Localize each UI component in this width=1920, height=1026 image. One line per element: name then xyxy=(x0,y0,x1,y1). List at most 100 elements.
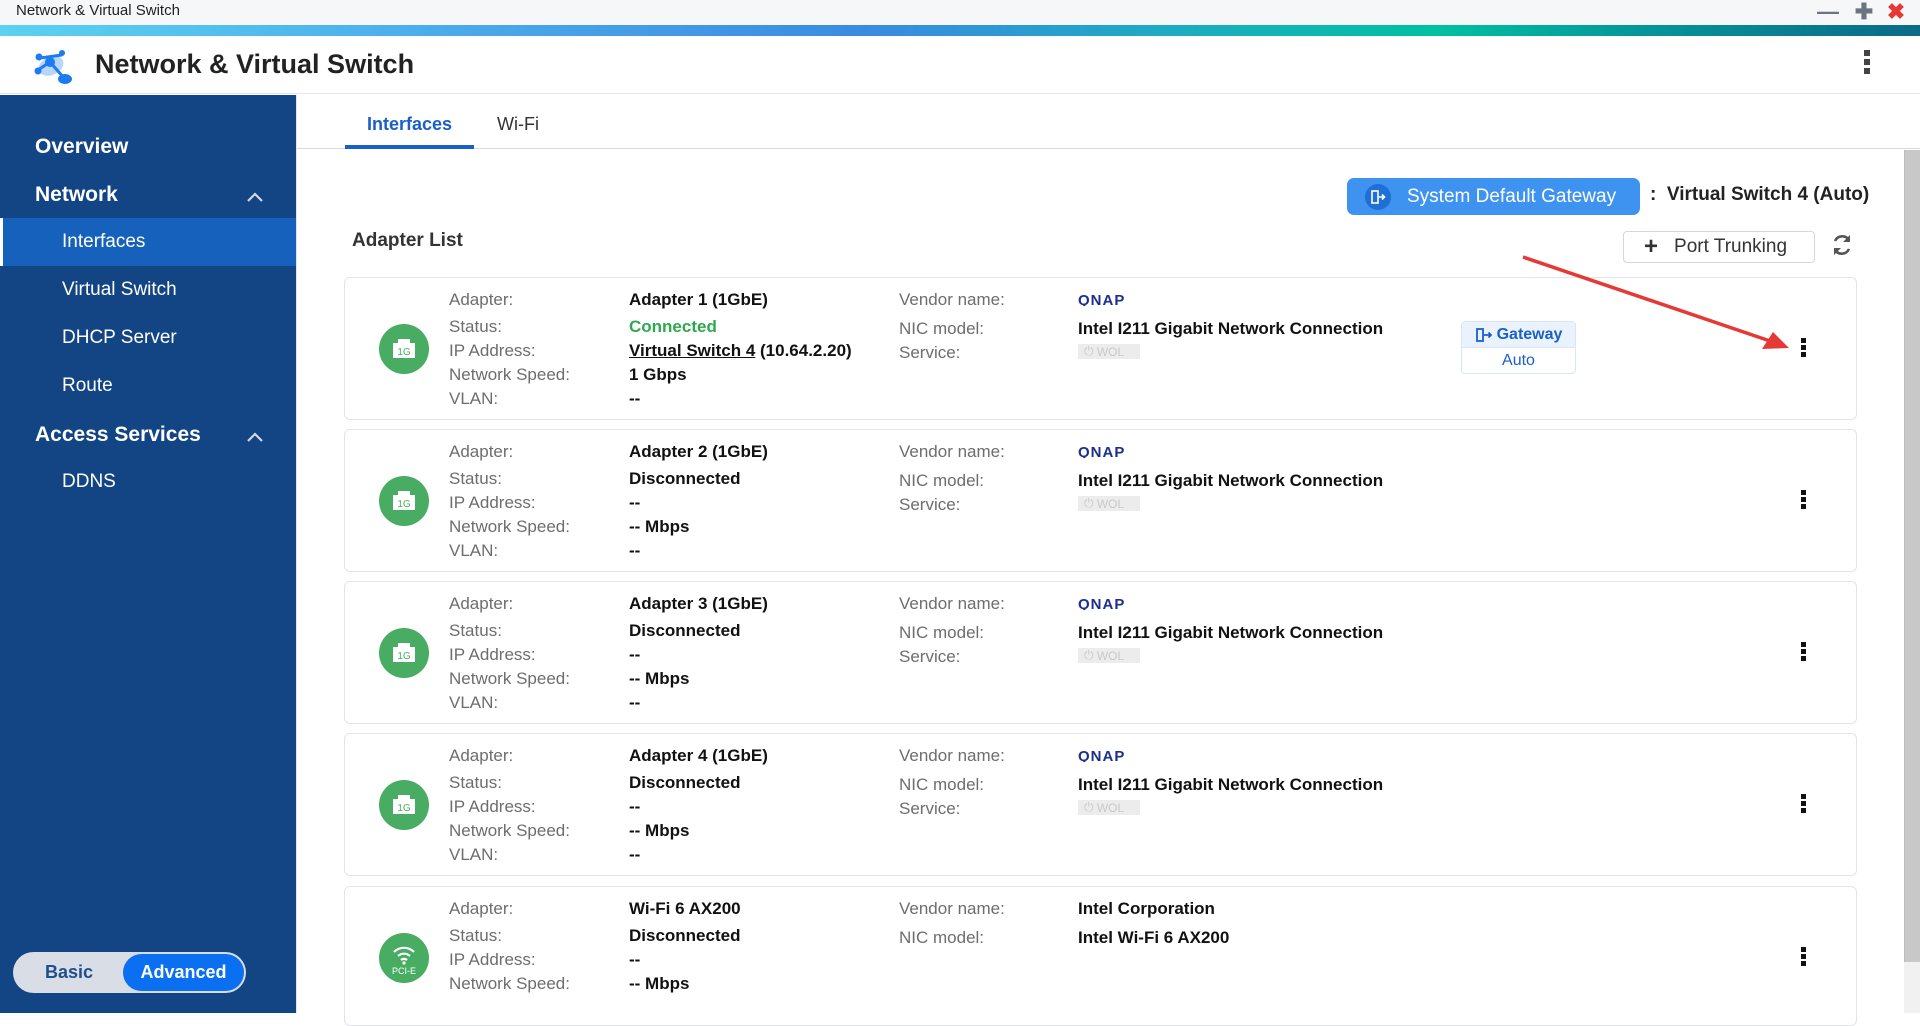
ip-address-label: IP Address: xyxy=(449,341,536,361)
app-title: Network & Virtual Switch xyxy=(95,49,414,80)
svg-text:QNAP: QNAP xyxy=(1078,596,1125,610)
network-switch-icon xyxy=(32,46,74,86)
adapter-kebab-menu-icon[interactable] xyxy=(1798,642,1808,664)
scrollbar-thumb[interactable] xyxy=(1904,150,1920,962)
vendor-name-label: Vendor name: xyxy=(899,899,1005,919)
maximize-icon[interactable]: ✚ xyxy=(1852,0,1876,24)
adapter-card: 1G Adapter: Status: IP Address: Network … xyxy=(344,581,1857,724)
network-speed-label: Network Speed: xyxy=(449,517,570,537)
mode-advanced-button[interactable]: Advanced xyxy=(123,954,244,991)
chevron-up-icon[interactable] xyxy=(245,430,265,444)
virtual-switch-link[interactable]: Virtual Switch 4 xyxy=(629,341,755,360)
adapter-card: 1G Adapter: Status: IP Address: Network … xyxy=(344,429,1857,572)
status-label: Status: xyxy=(449,773,502,793)
sidebar-item-interfaces[interactable]: Interfaces xyxy=(0,218,296,266)
svg-text:1G: 1G xyxy=(397,651,411,662)
wol-service-badge: ⏻ WOL xyxy=(1078,800,1140,815)
status-label: Status: xyxy=(449,317,502,337)
adapter-label: Adapter: xyxy=(449,290,513,310)
service-label: Service: xyxy=(899,799,960,819)
nic-model-label: NIC model: xyxy=(899,471,984,491)
sidebar-item-label: DHCP Server xyxy=(62,327,177,349)
vlan-label: VLAN: xyxy=(449,693,498,713)
gateway-separator: : xyxy=(1650,184,1656,205)
vlan-value: -- xyxy=(629,389,640,409)
sidebar-section-access-services[interactable]: Access Services xyxy=(35,423,201,447)
sidebar-item-ddns[interactable]: DDNS xyxy=(0,458,296,506)
chevron-up-icon[interactable] xyxy=(245,190,265,204)
nic-model-value: Intel Wi-Fi 6 AX200 xyxy=(1078,928,1229,948)
vlan-value: -- xyxy=(629,541,640,561)
adapter-name: Adapter 1 (1GbE) xyxy=(629,290,768,310)
kebab-menu-icon[interactable] xyxy=(1860,50,1874,80)
adapter-kebab-menu-icon[interactable] xyxy=(1798,947,1808,969)
nic-model-label: NIC model: xyxy=(899,319,984,339)
network-speed-value: -- Mbps xyxy=(629,974,689,994)
vendor-name-label: Vendor name: xyxy=(899,290,1005,310)
ethernet-port-icon: 1G xyxy=(379,476,429,526)
system-default-gateway-button[interactable]: System Default Gateway xyxy=(1347,178,1640,215)
vlan-label: VLAN: xyxy=(449,541,498,561)
tab-wifi[interactable]: Wi-Fi xyxy=(497,114,539,135)
sidebar-item-label: Interfaces xyxy=(62,231,145,253)
adapter-list-title: Adapter List xyxy=(352,230,463,252)
wol-service-badge: ⏻ WOL xyxy=(1078,648,1140,663)
ethernet-port-icon: 1G xyxy=(379,780,429,830)
adapter-name: Adapter 4 (1GbE) xyxy=(629,746,768,766)
sidebar-item-route[interactable]: Route xyxy=(0,362,296,410)
gateway-door-icon xyxy=(1365,184,1391,210)
vlan-label: VLAN: xyxy=(449,845,498,865)
adapter-label: Adapter: xyxy=(449,746,513,766)
ethernet-port-icon: 1G xyxy=(379,324,429,374)
adapter-kebab-menu-icon[interactable] xyxy=(1798,794,1808,816)
status-badge: Disconnected xyxy=(629,469,740,489)
adapter-kebab-menu-icon[interactable] xyxy=(1798,338,1808,360)
sidebar-item-overview[interactable]: Overview xyxy=(35,135,128,159)
adapter-card: 1G Adapter: Status: IP Address: Network … xyxy=(344,733,1857,876)
vlan-value: -- xyxy=(629,845,640,865)
gateway-badge-label: Gateway xyxy=(1497,326,1563,344)
ip-address-label: IP Address: xyxy=(449,645,536,665)
gateway-value-text: Virtual Switch 4 (Auto) xyxy=(1667,184,1869,205)
nic-model-value: Intel I211 Gigabit Network Connection xyxy=(1078,471,1383,491)
network-speed-value: 1 Gbps xyxy=(629,365,687,385)
ip-address-value: -- xyxy=(629,950,640,970)
refresh-icon[interactable] xyxy=(1830,232,1854,258)
adapter-name: Adapter 2 (1GbE) xyxy=(629,442,768,462)
status-label: Status: xyxy=(449,926,502,946)
svg-text:QNAP: QNAP xyxy=(1078,748,1125,762)
svg-text:1G: 1G xyxy=(397,499,411,510)
mode-basic-button[interactable]: Basic xyxy=(15,954,123,991)
default-gateway-value: : Virtual Switch 4 (Auto) xyxy=(1650,184,1869,206)
network-speed-value: -- Mbps xyxy=(629,669,689,689)
network-speed-label: Network Speed: xyxy=(449,974,570,994)
tab-bar: Interfaces Wi-Fi xyxy=(297,95,1920,149)
wol-label: WOL xyxy=(1097,345,1124,359)
adapter-name: Adapter 3 (1GbE) xyxy=(629,594,768,614)
status-badge: Connected xyxy=(629,317,717,337)
adapter-name: Wi-Fi 6 AX200 xyxy=(629,899,741,919)
adapter-label: Adapter: xyxy=(449,594,513,614)
tab-interfaces[interactable]: Interfaces xyxy=(367,114,452,135)
qnap-logo: QNAP xyxy=(1078,444,1148,458)
window-title: Network & Virtual Switch xyxy=(16,2,180,19)
status-badge: Disconnected xyxy=(629,926,740,946)
close-icon[interactable]: ✖ xyxy=(1884,0,1908,24)
sidebar-section-network[interactable]: Network xyxy=(35,183,118,207)
adapter-label: Adapter: xyxy=(449,442,513,462)
sidebar-item-dhcp-server[interactable]: DHCP Server xyxy=(0,314,296,362)
minimize-icon[interactable]: — xyxy=(1816,0,1840,24)
sidebar-item-virtual-switch[interactable]: Virtual Switch xyxy=(0,266,296,314)
sidebar-item-label: DDNS xyxy=(62,471,116,493)
gateway-badge-mode: Auto xyxy=(1462,348,1575,374)
active-tab-indicator xyxy=(345,145,474,149)
network-speed-label: Network Speed: xyxy=(449,821,570,841)
adapter-kebab-menu-icon[interactable] xyxy=(1798,490,1808,512)
app-header: Network & Virtual Switch xyxy=(0,36,1920,94)
port-trunking-button[interactable]: + Port Trunking xyxy=(1623,231,1815,263)
mode-switch: Basic Advanced xyxy=(13,952,246,993)
vendor-name-label: Vendor name: xyxy=(899,594,1005,614)
sidebar-item-label: Virtual Switch xyxy=(62,279,177,301)
nic-model-value: Intel I211 Gigabit Network Connection xyxy=(1078,319,1383,339)
ip-address-label: IP Address: xyxy=(449,950,536,970)
